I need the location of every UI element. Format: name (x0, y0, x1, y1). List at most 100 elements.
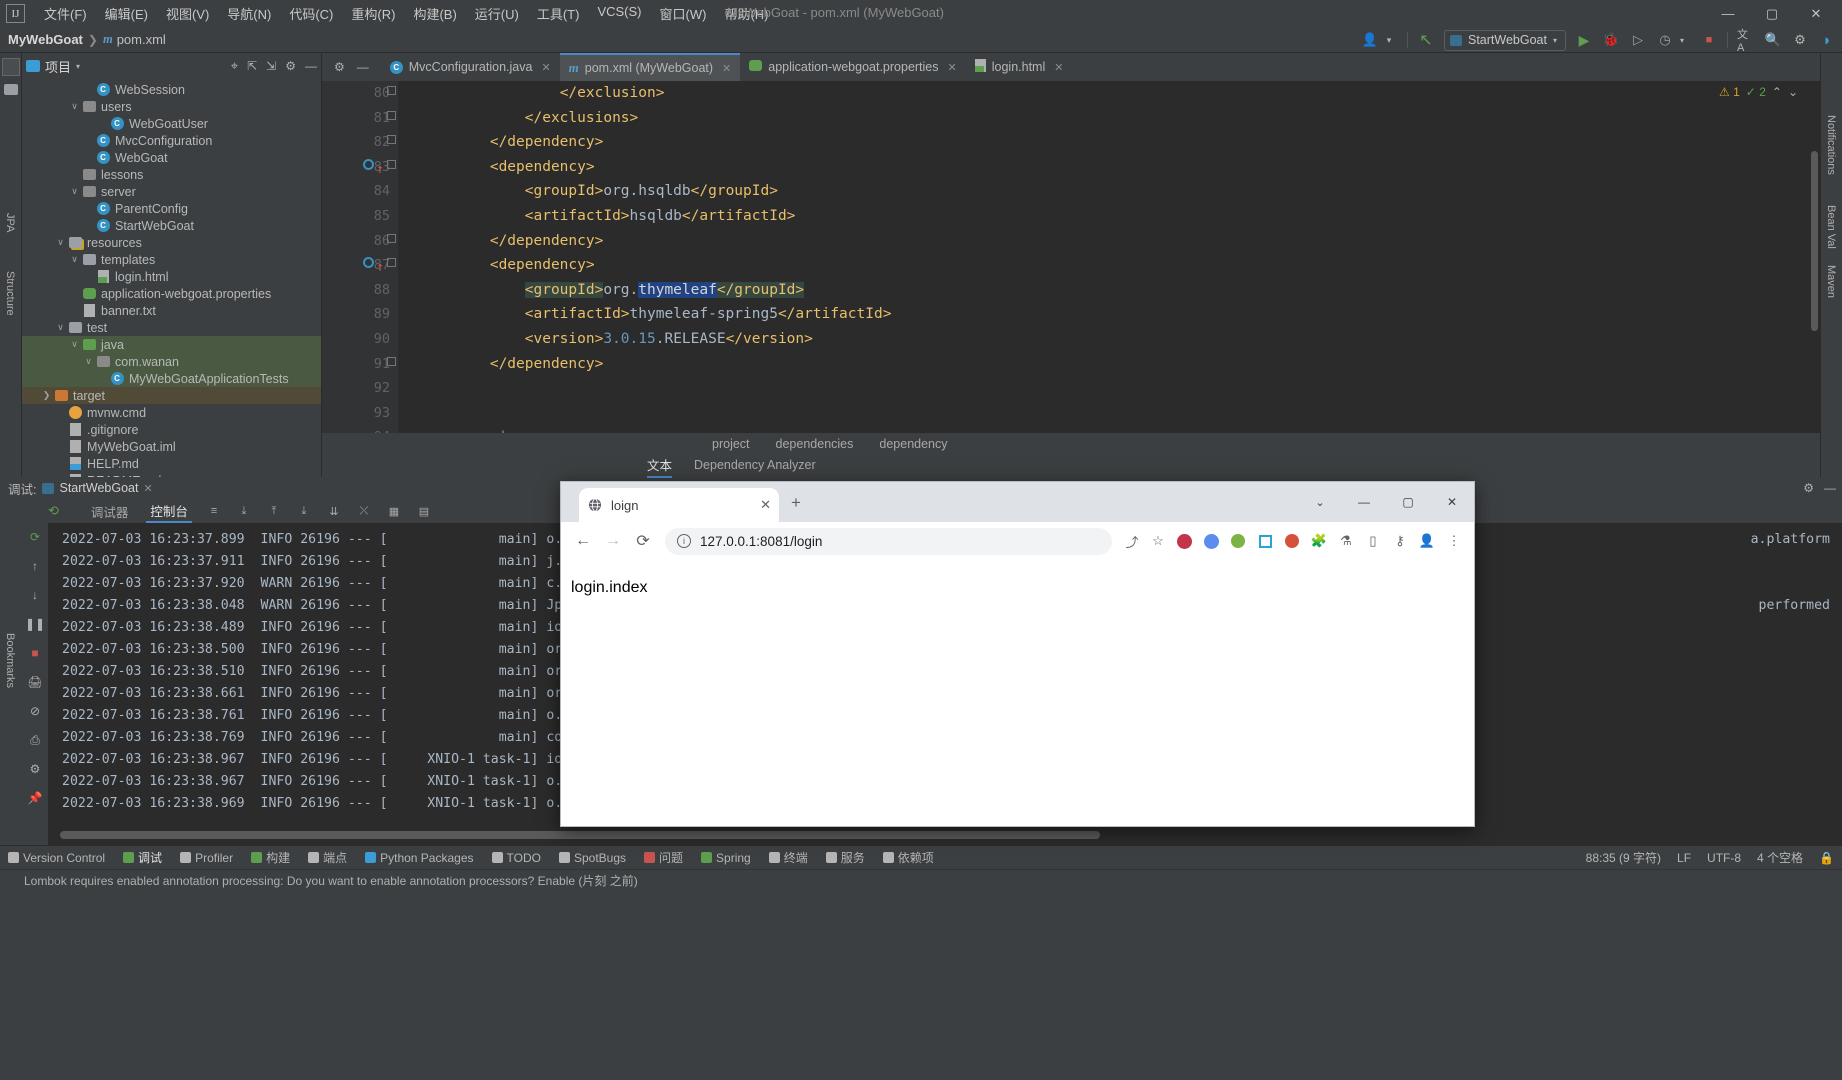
colorful-icon[interactable] (1199, 529, 1223, 553)
fold-marker-icon[interactable] (387, 233, 396, 243)
expand-all-icon[interactable]: ⇱ (247, 59, 257, 73)
code-line-83[interactable]: <dependency> (420, 155, 1820, 180)
profile-icon[interactable]: 👤 (1415, 529, 1439, 553)
debug-toolbar-icon-1[interactable]: ⤓ (236, 503, 252, 519)
tree-expander-icon[interactable]: ∨ (68, 101, 81, 112)
print-icon[interactable]: 🖨 (27, 674, 43, 690)
chevron-down-icon[interactable]: ▾ (1380, 31, 1398, 49)
status-bar---[interactable]: 服务 (825, 849, 865, 866)
tree-item-websession[interactable]: C WebSession (22, 81, 321, 98)
editor-gutter[interactable]: 80818283↑84858687↑8889909192939495 (322, 81, 398, 433)
tree-expander-icon[interactable]: ∨ (68, 339, 81, 350)
key-icon[interactable]: ⚷ (1388, 529, 1412, 553)
fold-marker-icon[interactable] (387, 258, 396, 268)
status-bar-python-packages[interactable]: Python Packages (365, 851, 474, 865)
folder-icon[interactable] (3, 84, 18, 95)
tree-item-templates[interactable]: ∨ templates (22, 251, 321, 268)
gutter-line-90[interactable]: 90 (322, 327, 398, 352)
notification-bar[interactable]: Lombok requires enabled annotation proce… (0, 869, 1842, 891)
tab-search-icon[interactable]: ⌄ (1298, 482, 1342, 522)
user-icon[interactable]: 👤 (1361, 31, 1379, 49)
structure-rail-label[interactable]: Structure (4, 271, 16, 316)
debug-tab-控制台[interactable]: 控制台 (146, 500, 192, 523)
tree-item-java[interactable]: ∨ java (22, 336, 321, 353)
run-with-coverage-button[interactable]: ▷ (1629, 31, 1647, 49)
gutter-line-87[interactable]: 87 ↑ (322, 253, 398, 278)
encoding[interactable]: UTF-8 (1707, 851, 1741, 865)
inspection-widget[interactable]: ⚠ 1 ✓ 2 ⌃ ⌄ (1719, 85, 1798, 99)
menu-item-0[interactable]: 文件(F) (35, 1, 96, 26)
menu-item-1[interactable]: 编辑(E) (96, 1, 157, 26)
close-icon[interactable]: ✕ (541, 61, 550, 74)
gutter-line-86[interactable]: 86 (322, 229, 398, 254)
xml-breadcrumbs[interactable]: project dependencies dependency (322, 433, 1820, 455)
tree-item-banner-txt[interactable]: banner.txt (22, 302, 321, 319)
menu-item-3[interactable]: 导航(N) (218, 1, 280, 26)
tree-item-resources[interactable]: ∨ resources (22, 234, 321, 251)
gear-icon[interactable]: ⚙ (1803, 481, 1814, 495)
code-line-89[interactable]: <artifactId>thymeleaf-spring5</artifactI… (420, 302, 1820, 327)
status-bar-spring[interactable]: Spring (701, 851, 751, 865)
code-line-90[interactable]: <version>3.0.15.RELEASE</version> (420, 327, 1820, 352)
gutter-line-84[interactable]: 84 (322, 179, 398, 204)
opera-icon[interactable] (1172, 529, 1196, 553)
status-bar---[interactable]: 端点 (308, 849, 347, 866)
gutter-line-82[interactable]: 82 (322, 130, 398, 155)
mute-breakpoints-icon[interactable]: ⊘ (27, 703, 43, 719)
browser-close-button[interactable]: ✕ (1430, 482, 1474, 522)
notifications-rail-label[interactable]: Notifications (1825, 115, 1837, 175)
pause-icon[interactable]: ❚❚ (25, 616, 45, 632)
tree-item-mvnw-cmd[interactable]: mvnw.cmd (22, 404, 321, 421)
tree-item-mvcconfiguration[interactable]: C MvcConfiguration (22, 132, 321, 149)
debug-config-tab[interactable]: StartWebGoat ✕ (42, 481, 153, 495)
browser-minimize-button[interactable]: — (1342, 482, 1386, 522)
code-line-94[interactable]: <!-- (420, 425, 1820, 433)
debug-toolbar-icon-0[interactable]: ≡ (206, 503, 222, 519)
reload-button[interactable]: ⟳ (629, 527, 657, 555)
browser-maximize-button[interactable]: ▢ (1386, 482, 1430, 522)
site-info-icon[interactable]: i (677, 534, 691, 548)
next-problem-icon[interactable]: ⌄ (1788, 85, 1798, 99)
debug-button[interactable]: 🐞 (1602, 31, 1620, 49)
status-bar----[interactable]: 依赖项 (882, 849, 934, 866)
gutter-line-91[interactable]: 91 (322, 352, 398, 377)
address-bar[interactable]: i 127.0.0.1:8081/login (665, 527, 1112, 555)
status-bar-todo[interactable]: TODO (491, 851, 541, 865)
collapse-all-icon[interactable]: ⇲ (266, 59, 276, 73)
tree-expander-icon[interactable]: ❯ (40, 390, 53, 401)
gutter-line-80[interactable]: 80 (322, 81, 398, 106)
bookmark-star-icon[interactable]: ☆ (1146, 529, 1170, 553)
gutter-line-85[interactable]: 85 (322, 204, 398, 229)
translate-icon[interactable]: 文A (1737, 29, 1755, 54)
tree-item-mywebgoatapplicationtests[interactable]: C MyWebGoatApplicationTests (22, 370, 321, 387)
run-configuration-selector[interactable]: StartWebGoat ▾ (1444, 29, 1566, 51)
hide-icon[interactable]: — (1824, 481, 1836, 495)
code-line-88[interactable]: <groupId>org.thymeleaf</groupId> (420, 278, 1820, 303)
hide-icon[interactable]: — (305, 59, 317, 73)
puzzle-icon[interactable]: 🧩 (1307, 529, 1331, 553)
update-project-icon[interactable]: ↖ (1417, 31, 1435, 49)
tree-item-target[interactable]: ❯ target (22, 387, 321, 404)
run-button[interactable]: ▶ (1575, 31, 1593, 49)
xml-breadcrumb-dependency[interactable]: dependency (879, 437, 947, 451)
tree-item-server[interactable]: ∨ server (22, 183, 321, 200)
menu-item-9[interactable]: VCS(S) (588, 1, 650, 26)
gutter-line-88[interactable]: 88 (322, 278, 398, 303)
editor-tab-mvcconfiguration-java[interactable]: C MvcConfiguration.java ✕ (381, 53, 560, 81)
tree-item-test[interactable]: ∨ test (22, 319, 321, 336)
tree-expander-icon[interactable]: ∨ (54, 322, 67, 333)
debug-toolbar-icon-4[interactable]: ⇊ (326, 503, 342, 519)
close-icon[interactable]: ✕ (1054, 61, 1063, 74)
bean-validation-rail-label[interactable]: Bean Val (1825, 205, 1837, 249)
code-line-86[interactable]: </dependency> (420, 229, 1820, 254)
forward-button[interactable]: → (599, 527, 627, 555)
fold-marker-icon[interactable] (387, 356, 396, 366)
debug-toolbar-icon-5[interactable]: ⤬ (356, 503, 372, 519)
editor-bottom-tab-dependency-analyzer[interactable]: Dependency Analyzer (694, 458, 816, 474)
caret-position[interactable]: 88:35 (9 字符) (1586, 849, 1661, 866)
code-line-87[interactable]: <dependency> (420, 253, 1820, 278)
code-line-80[interactable]: </exclusion> (420, 81, 1820, 106)
chevron-down-icon[interactable]: ▾ (76, 62, 80, 71)
menu-item-6[interactable]: 构建(B) (404, 1, 465, 26)
menu-item-5[interactable]: 重构(R) (342, 1, 404, 26)
